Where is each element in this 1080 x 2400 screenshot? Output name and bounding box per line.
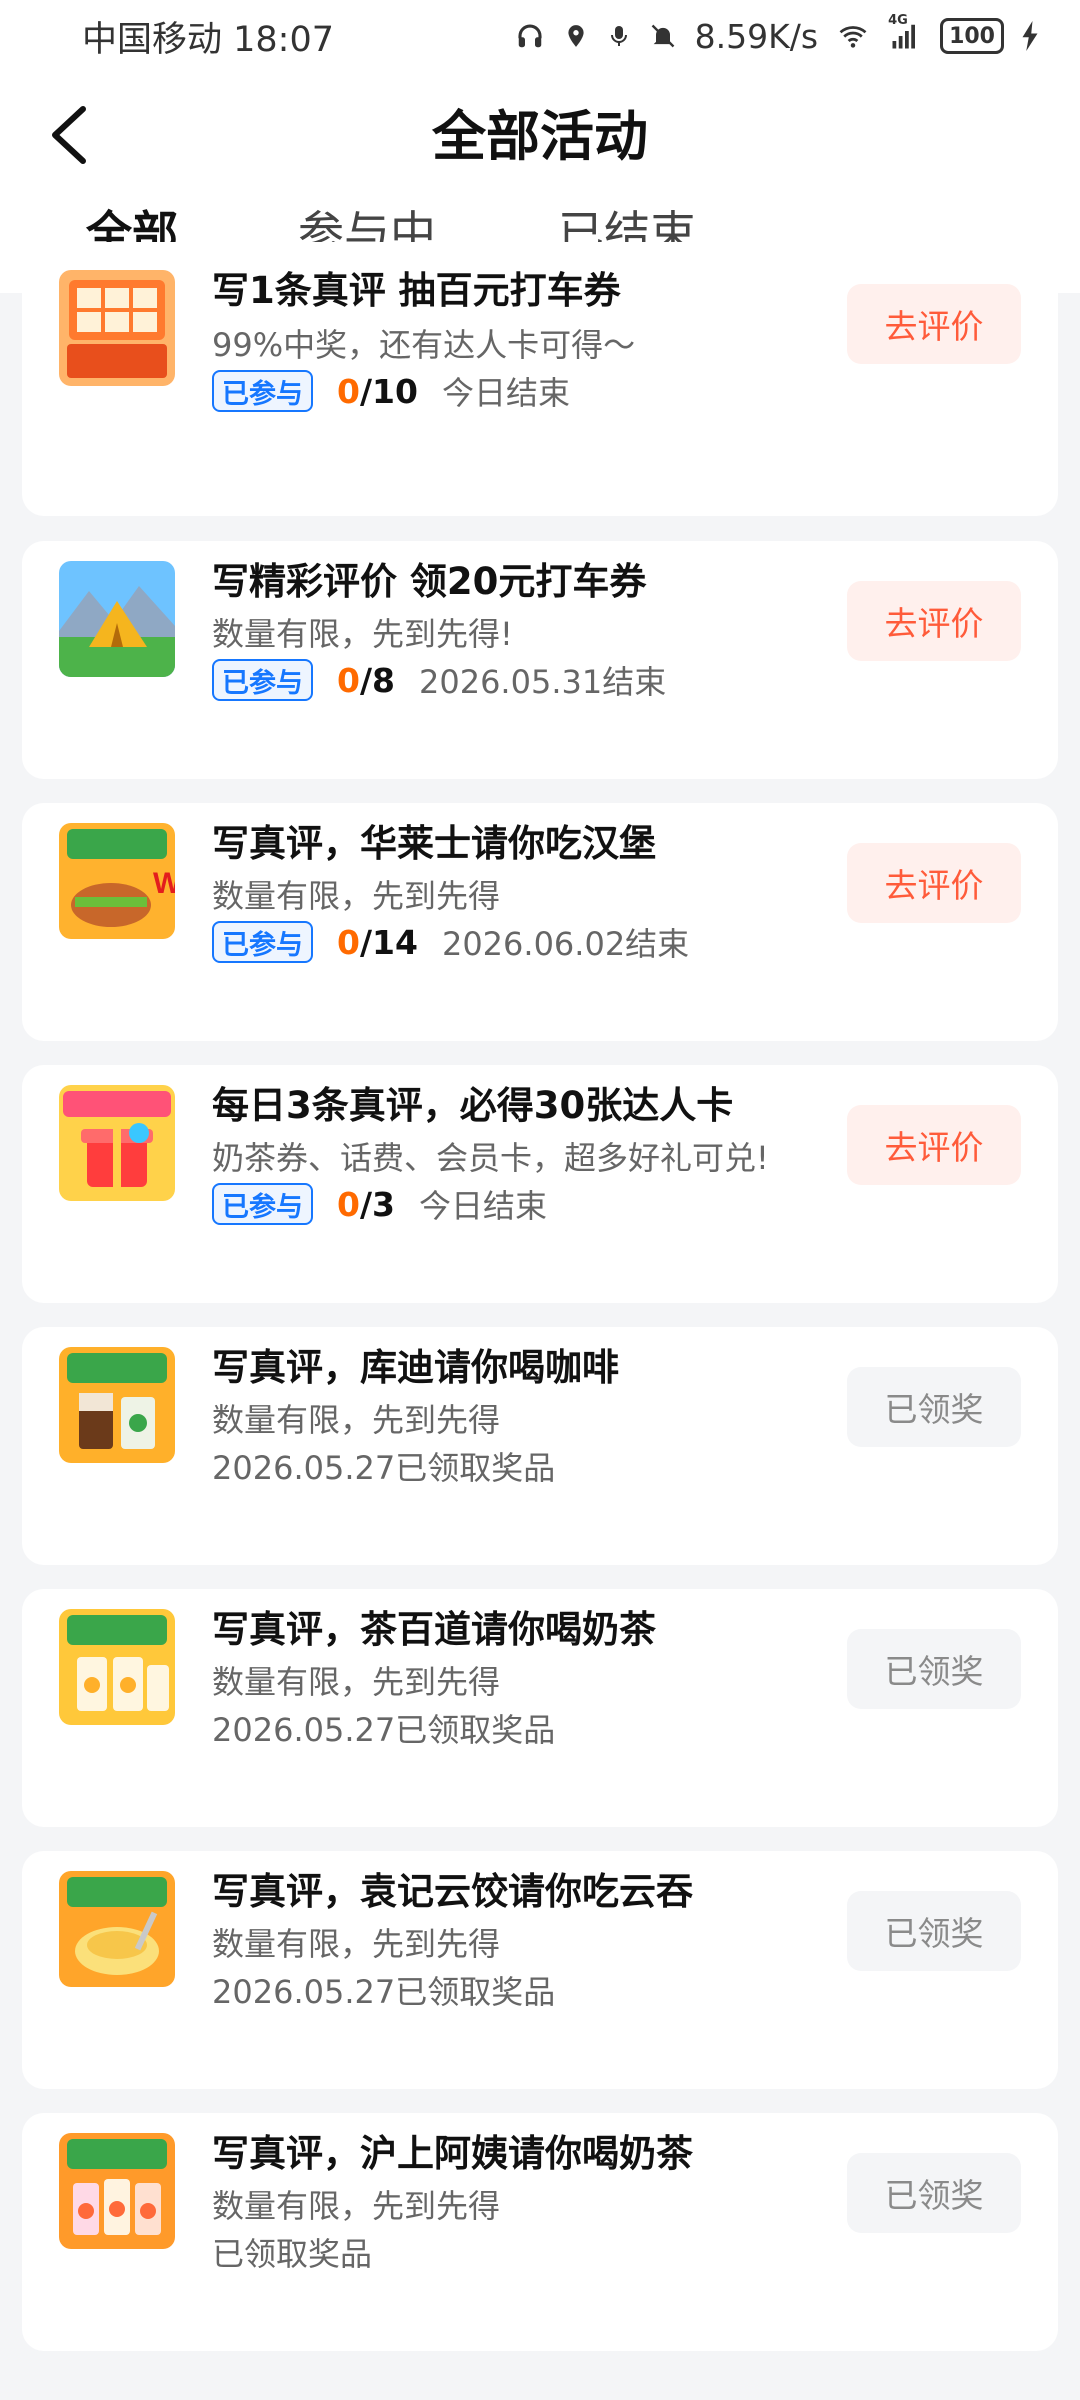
status-bar: 中国移动 18:07 8.59K/s 4G 100 [0,0,1080,72]
activity-thumbnail [59,2133,175,2249]
battery-level: 100 [949,23,995,49]
progress-total: /10 [359,371,418,411]
claimed-button[interactable]: 已领奖 [847,2153,1021,2233]
list-item[interactable]: 写真评，茶百道请你喝奶茶 数量有限，先到先得 2026.05.27已领取奖品 已… [22,1589,1058,1827]
progress-total: /8 [359,660,395,700]
activity-title: 写真评，沪上阿姨请你喝奶茶 [212,2132,693,2175]
wifi-icon [836,21,870,51]
list-item[interactable]: 写真评，沪上阿姨请你喝奶茶 数量有限，先到先得 已领取奖品 已领奖 [22,2113,1058,2351]
svg-text:W: W [153,867,175,900]
charging-icon [1022,21,1038,51]
review-button[interactable]: 去评价 [847,1105,1021,1185]
claimed-date: 2026.05.27已领取奖品 [212,1449,556,1487]
activity-thumbnail [59,1871,175,1987]
mic-icon [607,21,631,51]
activity-thumbnail: W [59,823,175,939]
progress-count: 0/10 [337,372,418,411]
claimed-button[interactable]: 已领奖 [847,1891,1021,1971]
claimed-date: 已领取奖品 [212,2235,373,2273]
activity-meta: 2026.05.27已领取奖品 [212,1705,555,1751]
list-item[interactable]: W 写真评，华莱士请你吃汉堡 数量有限，先到先得 已参与 0/14 2026.0… [22,803,1058,1041]
progress-total: /14 [359,922,418,962]
claimed-date: 2026.05.27已领取奖品 [212,1973,556,2011]
headphones-icon [515,21,545,51]
activity-thumbnail [59,1609,175,1725]
joined-badge: 已参与 [212,659,313,701]
list-item[interactable]: 写真评，袁记云饺请你吃云吞 数量有限，先到先得 2026.05.27已领取奖品 … [22,1851,1058,2089]
list-item[interactable]: 每日3条真评，必得30张达人卡 奶茶券、话费、会员卡，超多好礼可兑! 已参与 0… [22,1065,1058,1303]
activity-desc: 99%中奖，还有达人卡可得～ [212,326,636,364]
list-item[interactable]: 写真评，库迪请你喝咖啡 数量有限，先到先得 2026.05.27已领取奖品 已领… [22,1327,1058,1565]
activity-meta: 已领取奖品 [212,2229,372,2275]
activity-thumbnail [59,270,175,386]
activity-title: 写精彩评价 领20元打车券 [212,560,647,603]
end-date: 今日结束 [418,1187,547,1225]
end-date: 今日结束 [441,374,570,412]
activity-meta: 已参与 0/10 今日结束 [212,368,570,414]
activity-thumbnail [59,1085,175,1201]
carrier-time: 中国移动 18:07 [82,19,334,60]
activity-title: 每日3条真评，必得30张达人卡 [212,1084,734,1127]
progress-count: 0/14 [337,923,418,962]
joined-badge: 已参与 [212,1183,313,1225]
review-button[interactable]: 去评价 [847,843,1021,923]
location-icon [563,21,589,51]
battery-icon: 100 [940,18,1004,54]
activity-meta: 已参与 0/3 今日结束 [212,1181,547,1227]
progress-current: 0 [337,1184,360,1224]
list-item[interactable]: 写1条真评 抽百元打车券 99%中奖，还有达人卡可得～ 已参与 0/10 今日结… [22,242,1058,516]
review-button[interactable]: 去评价 [847,581,1021,661]
activity-meta: 已参与 0/8 2026.05.31结束 [212,657,666,703]
review-button[interactable]: 去评价 [847,284,1021,364]
list-item[interactable]: 写精彩评价 领20元打车券 数量有限，先到先得! 已参与 0/8 2026.05… [22,541,1058,779]
network-type: 4G [888,13,908,28]
page-title: 全部活动 [432,104,648,168]
activity-thumbnail [59,561,175,677]
activity-desc: 数量有限，先到先得 [212,1663,501,1701]
signal-icon: 4G [888,13,922,51]
activity-title: 写真评，库迪请你喝咖啡 [212,1346,619,1389]
claimed-date: 2026.05.27已领取奖品 [212,1711,556,1749]
progress-count: 0/3 [337,1185,395,1224]
progress-current: 0 [337,660,360,700]
activity-title: 写真评，茶百道请你喝奶茶 [212,1608,656,1651]
activity-title: 写真评，华莱士请你吃汉堡 [212,822,656,865]
activity-meta: 2026.05.27已领取奖品 [212,1443,555,1489]
joined-badge: 已参与 [212,921,313,963]
activity-meta: 2026.05.27已领取奖品 [212,1967,555,2013]
joined-badge: 已参与 [212,370,313,412]
claimed-button[interactable]: 已领奖 [847,1367,1021,1447]
progress-count: 0/8 [337,661,395,700]
activity-desc: 数量有限，先到先得 [212,1401,501,1439]
progress-total: /3 [359,1184,395,1224]
claimed-button[interactable]: 已领奖 [847,1629,1021,1709]
progress-current: 0 [337,371,360,411]
activity-title: 写1条真评 抽百元打车券 [212,269,621,312]
end-date: 2026.06.02结束 [441,925,690,963]
end-date: 2026.05.31结束 [418,663,667,701]
activity-title: 写真评，袁记云饺请你吃云吞 [212,1870,693,1913]
activity-thumbnail [59,1347,175,1463]
activity-desc: 奶茶券、话费、会员卡，超多好礼可兑! [212,1139,769,1177]
net-speed: 8.59K/s [694,16,819,56]
progress-current: 0 [337,922,360,962]
activity-meta: 已参与 0/14 2026.06.02结束 [212,919,689,965]
mute-icon [649,21,677,51]
activity-desc: 数量有限，先到先得 [212,877,501,915]
activity-desc: 数量有限，先到先得 [212,2187,501,2225]
activity-desc: 数量有限，先到先得! [212,615,513,653]
activity-desc: 数量有限，先到先得 [212,1925,501,1963]
